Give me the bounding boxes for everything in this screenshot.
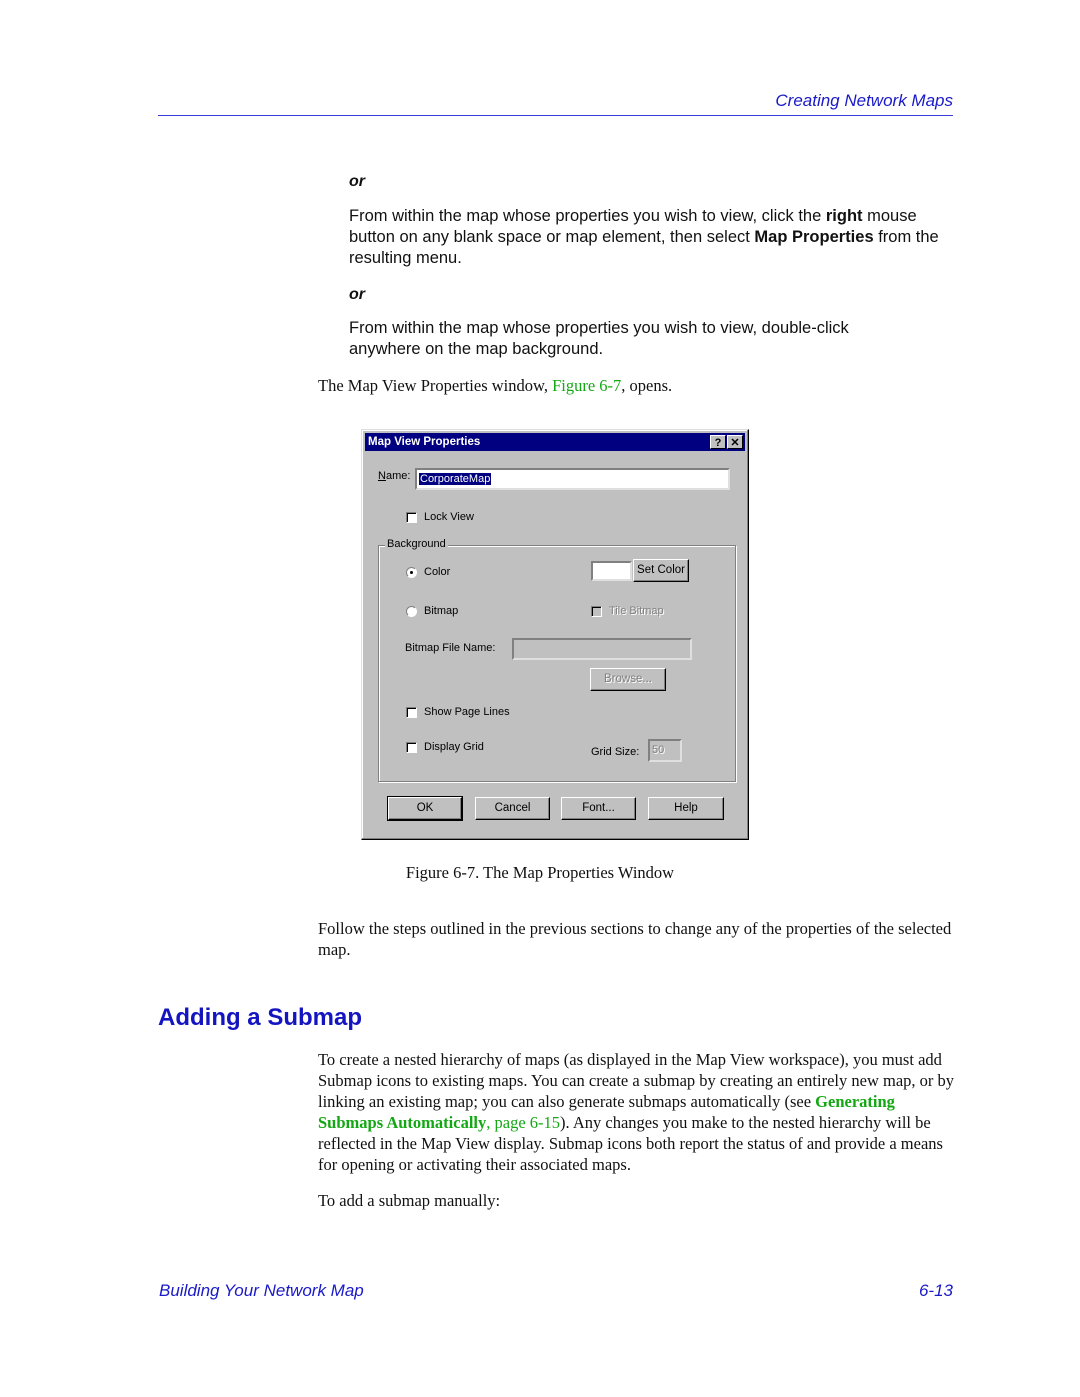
grid-size-value: 50	[652, 744, 665, 756]
name-input[interactable]: CorporateMap	[415, 468, 730, 490]
set-color-button[interactable]: Set Color	[633, 559, 689, 582]
font-button[interactable]: Font...	[561, 797, 636, 820]
bold-term: Map Properties	[754, 228, 874, 246]
close-icon[interactable]: ✕	[727, 435, 743, 449]
radio-selected-dot	[410, 571, 413, 574]
browse-button[interactable]: Browse...	[590, 668, 666, 691]
bitmap-radio-label: Bitmap	[424, 605, 459, 617]
background-group-label: Background	[385, 538, 448, 550]
text: , opens.	[621, 376, 673, 395]
color-radio-label: Color	[424, 566, 451, 578]
bitmap-file-name-input[interactable]	[512, 638, 692, 660]
lock-view-label: Lock View	[424, 511, 474, 523]
ok-button[interactable]: OK	[387, 796, 463, 821]
help-button[interactable]: Help	[648, 797, 724, 820]
running-header: Creating Network Maps	[775, 91, 953, 110]
instruction-paragraph: From within the map whose properties you…	[349, 206, 955, 269]
figure-link[interactable]: Figure 6-7	[552, 376, 621, 395]
show-page-lines-checkbox[interactable]	[406, 707, 417, 718]
display-grid-checkbox[interactable]	[406, 742, 417, 753]
or-label: or	[349, 173, 365, 190]
grid-size-input[interactable]: 50	[648, 739, 682, 762]
lock-view-checkbox[interactable]	[406, 512, 417, 523]
tile-bitmap-label: Tile Bitmap	[609, 605, 664, 617]
name-label: Name:	[378, 470, 411, 482]
bitmap-file-name-label: Bitmap File Name:	[405, 642, 496, 654]
text: The Map View Properties window,	[318, 376, 553, 395]
color-radio[interactable]	[406, 567, 417, 578]
bold-term: right	[825, 207, 863, 225]
body-paragraph: The Map View Properties window, Figure 6…	[318, 375, 672, 396]
body-paragraph: To create a nested hierarchy of maps (as…	[318, 1049, 955, 1175]
section-heading: Adding a Submap	[158, 1004, 362, 1031]
cancel-button[interactable]: Cancel	[475, 797, 550, 820]
display-grid-label: Display Grid	[424, 741, 484, 753]
body-paragraph: Follow the steps outlined in the previou…	[318, 919, 952, 959]
help-icon[interactable]: ?	[710, 435, 726, 449]
header-rule	[158, 115, 953, 116]
show-page-lines-label: Show Page Lines	[424, 706, 510, 718]
footer-chapter-title: Building Your Network Map	[159, 1281, 364, 1300]
or-label: or	[349, 286, 365, 303]
instruction-paragraph: From within the map whose properties you…	[349, 319, 849, 358]
dialog-titlebar: Map View Properties ? ✕	[365, 433, 745, 451]
page-number: 6-13	[918, 1281, 953, 1300]
bitmap-radio[interactable]	[406, 606, 417, 617]
text: ,	[486, 1113, 495, 1132]
tile-bitmap-checkbox[interactable]	[591, 606, 602, 617]
color-swatch	[591, 561, 632, 581]
figure-caption: Figure 6-7. The Map Properties Window	[405, 863, 675, 882]
map-view-properties-dialog: Map View Properties ? ✕ Name: CorporateM…	[361, 429, 749, 840]
grid-size-label: Grid Size:	[591, 746, 640, 758]
body-paragraph: To add a submap manually:	[318, 1191, 501, 1210]
dialog-title: Map View Properties	[368, 436, 481, 448]
page-reference-link[interactable]: page 6-15	[495, 1113, 561, 1132]
name-value: CorporateMap	[419, 473, 492, 485]
text: From within the map whose properties you…	[349, 207, 826, 225]
